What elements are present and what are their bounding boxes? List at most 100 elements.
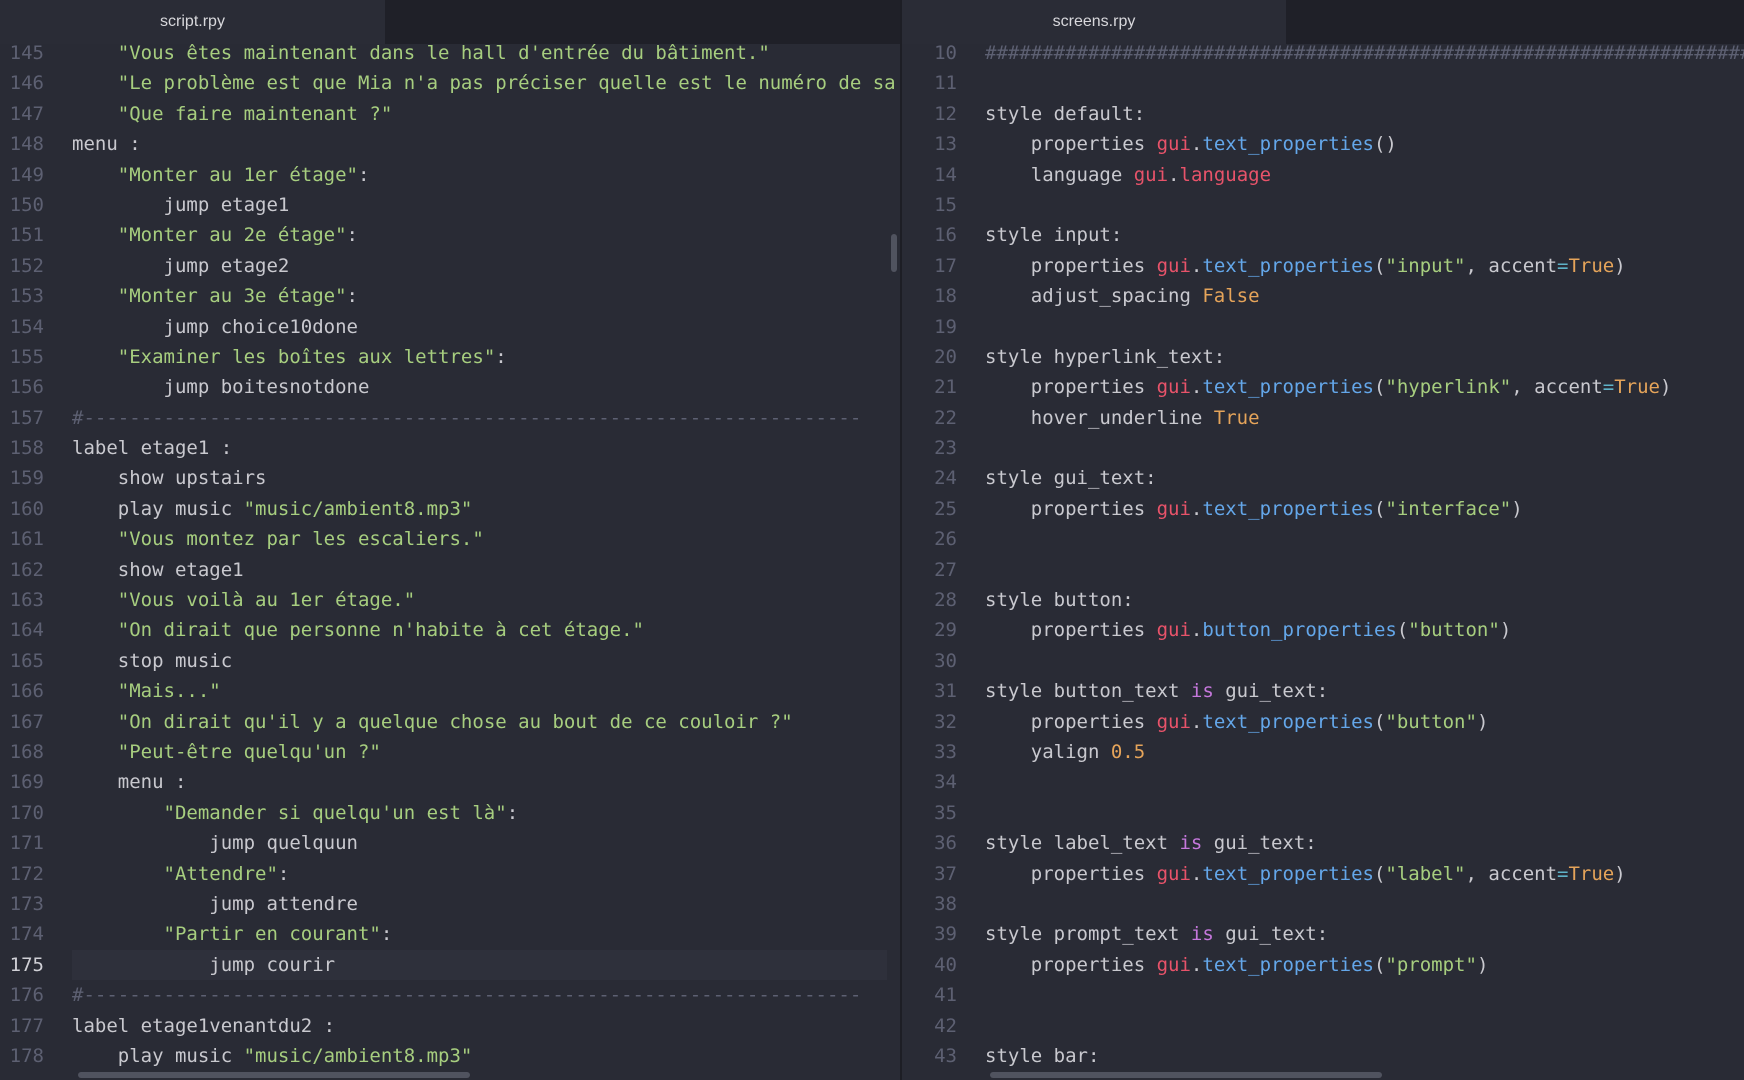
code-line[interactable]: 19 [902,312,1744,342]
code-line[interactable]: 28 style button: [902,585,1744,615]
code-line[interactable]: 157 #------------------------------------… [0,403,900,433]
code-line[interactable]: 145 "Vous êtes maintenant dans le hall d… [0,38,900,68]
line-number: 27 [934,558,957,581]
code-line[interactable]: 163 "Vous voilà au 1er étage." [0,585,900,615]
code-line[interactable]: 30 [902,646,1744,676]
code-line[interactable]: 168 "Peut-être quelqu'un ?" [0,737,900,767]
line-number: 162 [9,558,44,581]
code-token: is [1179,832,1203,855]
code-line[interactable]: 176 #------------------------------------… [0,980,900,1010]
code-line[interactable]: 156 jump boitesnotdone [0,372,900,402]
code-token: show etage1 [72,558,244,581]
code-line[interactable]: 17 properties gui.text_properties("input… [902,251,1744,281]
code-line[interactable]: 146 "Le problème est que Mia n'a pas pré… [0,68,900,98]
code-line[interactable]: 16 style input: [902,220,1744,250]
code-line[interactable]: 152 jump etage2 [0,251,900,281]
code-area[interactable]: 10 ######################################… [902,38,1744,1071]
code-line[interactable]: 159 show upstairs [0,463,900,493]
line-text: #---------------------------------------… [72,980,861,1010]
code-line[interactable]: 164 "On dirait que personne n'habite à c… [0,615,900,645]
code-line[interactable]: 174 "Partir en courant": [0,919,900,949]
code-line[interactable]: 32 properties gui.text_properties("butto… [902,707,1744,737]
code-line[interactable]: 39 style prompt_text is gui_text: [902,919,1744,949]
code-line[interactable]: 158 label etage1 : [0,433,900,463]
code-area[interactable]: 145 "Vous êtes maintenant dans le hall d… [0,38,900,1071]
code-line[interactable]: 160 play music "music/ambient8.mp3" [0,494,900,524]
code-line[interactable]: 33 yalign 0.5 [902,737,1744,767]
code-line[interactable]: 166 "Mais..." [0,676,900,706]
code-line[interactable]: 13 properties gui.text_properties() [902,129,1744,159]
code-line[interactable]: 177 label etage1venantdu2 : [0,1011,900,1041]
code-line[interactable]: 148 menu : [0,129,900,159]
code-line[interactable]: 178 play music "music/ambient8.mp3" [0,1041,900,1071]
code-token: properties [985,254,1157,277]
line-number: 33 [934,740,957,763]
code-line[interactable]: 18 adjust_spacing False [902,281,1744,311]
line-number: 173 [9,892,44,915]
code-line[interactable]: 175 jump courir [0,949,900,981]
line-text: properties gui.text_properties("hyperlin… [985,372,1672,402]
horizontal-scrollbar[interactable] [78,1072,470,1078]
code-token: jump etage2 [72,254,290,277]
code-token: text_properties [1202,953,1374,976]
code-line[interactable]: 42 [902,1011,1744,1041]
code-token: , accent [1465,862,1558,885]
code-line[interactable]: 36 style label_text is gui_text: [902,828,1744,858]
code-line[interactable]: 154 jump choice10done [0,312,900,342]
code-line[interactable]: 169 menu : [0,767,900,797]
code-line[interactable]: 24 style gui_text: [902,463,1744,493]
code-line[interactable]: 40 properties gui.text_properties("promp… [902,950,1744,980]
code-line[interactable]: 35 [902,798,1744,828]
code-line[interactable]: 155 "Examiner les boîtes aux lettres": [0,342,900,372]
code-token: : [495,345,507,368]
code-line[interactable]: 43 style bar: [902,1041,1744,1071]
line-text: style hyperlink_text: [985,342,1225,372]
line-text: jump choice10done [72,312,358,342]
line-text: play music "music/ambient8.mp3" [72,1041,473,1071]
code-line[interactable]: 41 [902,980,1744,1010]
code-token: () [1373,133,1397,156]
code-line[interactable]: 172 "Attendre": [0,859,900,889]
code-token: jump attendre [72,892,358,915]
line-number: 158 [9,437,44,460]
code-line[interactable]: 162 show etage1 [0,555,900,585]
code-line[interactable]: 38 [902,889,1744,919]
code-line[interactable]: 11 [902,68,1744,98]
line-number: 20 [934,345,957,368]
code-line[interactable]: 23 [902,433,1744,463]
code-line[interactable]: 153 "Monter au 3e étage": [0,281,900,311]
code-line[interactable]: 22 hover_underline True [902,403,1744,433]
code-line[interactable]: 14 language gui.language [902,160,1744,190]
vertical-scrollbar[interactable] [891,234,897,272]
code-line[interactable]: 161 "Vous montez par les escaliers." [0,524,900,554]
code-token: . [1190,497,1203,520]
code-line[interactable]: 26 [902,524,1744,554]
horizontal-scrollbar[interactable] [990,1072,1382,1078]
code-line[interactable]: 171 jump quelquun [0,828,900,858]
code-line[interactable]: 10 ######################################… [902,38,1744,68]
code-token: ) [1476,953,1489,976]
code-line[interactable]: 151 "Monter au 2e étage": [0,220,900,250]
code-line[interactable]: 150 jump etage1 [0,190,900,220]
editor-pane-screens[interactable]: screens.rpy 10 ##########################… [902,0,1744,1080]
code-line[interactable]: 12 style default: [902,99,1744,129]
code-line[interactable]: 147 "Que faire maintenant ?" [0,99,900,129]
code-line[interactable]: 170 "Demander si quelqu'un est là": [0,798,900,828]
code-line[interactable]: 27 [902,555,1744,585]
code-line[interactable]: 25 properties gui.text_properties("inter… [902,494,1744,524]
code-token: jump etage1 [72,193,290,216]
code-line[interactable]: 37 properties gui.text_properties("label… [902,859,1744,889]
code-token: "music/ambient8.mp3" [243,497,473,520]
code-line[interactable]: 34 [902,767,1744,797]
code-line[interactable]: 149 "Monter au 1er étage": [0,160,900,190]
line-number: 22 [934,406,957,429]
code-line[interactable]: 20 style hyperlink_text: [902,342,1744,372]
code-line[interactable]: 29 properties gui.button_properties("but… [902,615,1744,645]
code-line[interactable]: 15 [902,190,1744,220]
code-line[interactable]: 31 style button_text is gui_text: [902,676,1744,706]
code-line[interactable]: 21 properties gui.text_properties("hyper… [902,372,1744,402]
code-line[interactable]: 173 jump attendre [0,889,900,919]
code-line[interactable]: 165 stop music [0,646,900,676]
code-line[interactable]: 167 "On dirait qu'il y a quelque chose a… [0,707,900,737]
editor-pane-script[interactable]: script.rpy 145 "Vous êtes maintenant dan… [0,0,900,1080]
